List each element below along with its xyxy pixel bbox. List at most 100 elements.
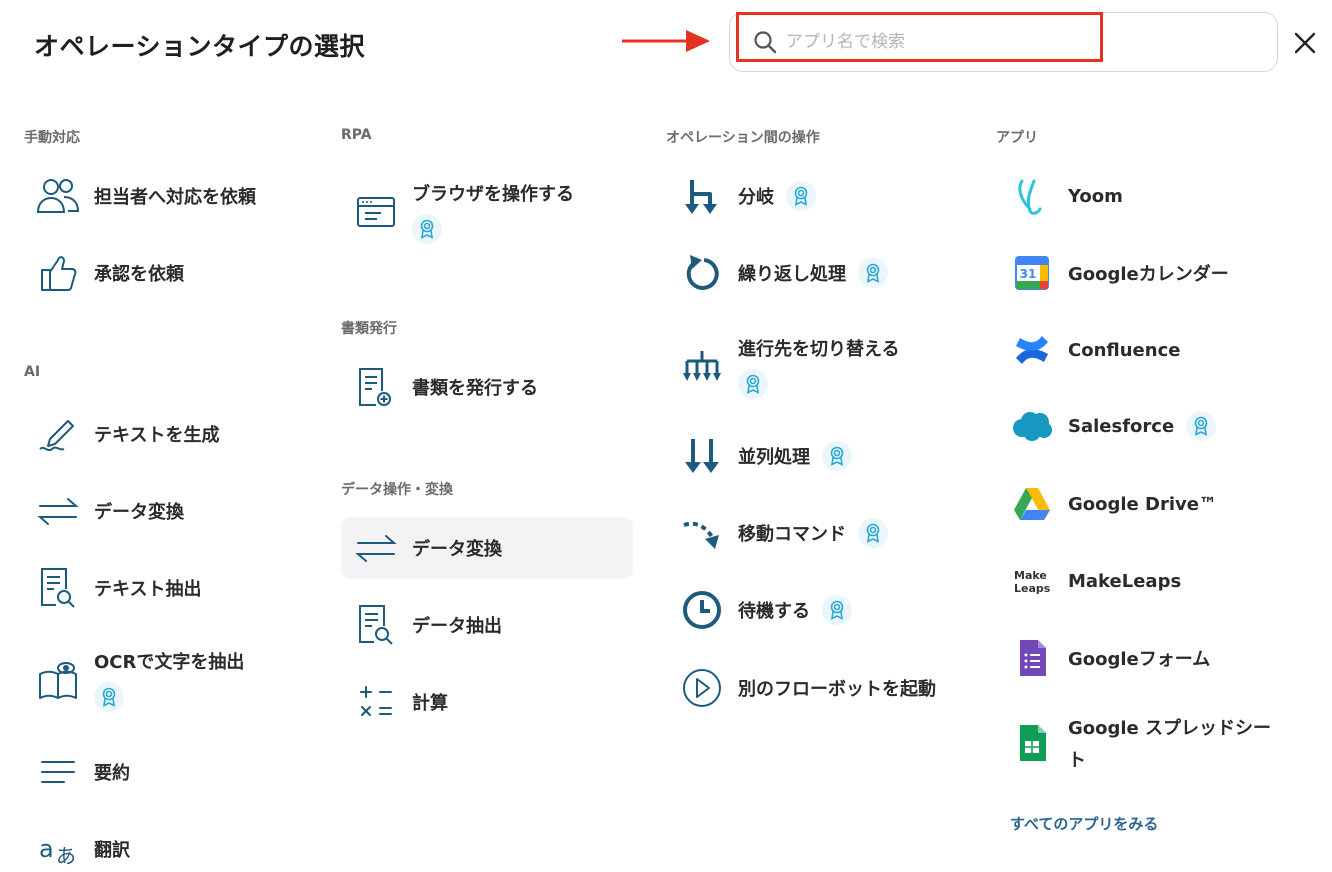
app-makeleaps[interactable]: Make Leaps MakeLeaps xyxy=(1010,550,1181,612)
premium-badge-icon xyxy=(738,369,768,399)
lines-icon xyxy=(36,750,80,794)
op-label: 担当者へ対応を依頼 xyxy=(94,187,256,208)
close-icon[interactable] xyxy=(1292,30,1318,56)
search-icon xyxy=(754,31,777,54)
op-label: 書類を発行する xyxy=(412,378,538,399)
salesforce-icon xyxy=(1010,404,1054,448)
yoom-logo-icon xyxy=(1010,174,1054,218)
premium-badge-icon xyxy=(858,518,888,548)
section-title-ops: オペレーション間の操作 xyxy=(666,130,820,146)
op-label: データ変換 xyxy=(94,502,184,523)
app-google-calendar[interactable]: 31 Googleカレンダー xyxy=(1010,242,1229,304)
arrows-exchange-icon xyxy=(36,489,80,533)
op-label: データ変換 xyxy=(412,539,502,560)
app-label: Confluence xyxy=(1068,339,1181,361)
app-label: Yoom xyxy=(1068,185,1123,207)
app-google-drive[interactable]: Google Drive™ xyxy=(1010,473,1217,535)
confluence-icon xyxy=(1010,328,1054,372)
op-label: 待機する xyxy=(738,601,810,622)
makeleaps-icon: Make Leaps xyxy=(1010,559,1054,603)
op-assign-task[interactable]: 担当者へ対応を依頼 xyxy=(36,165,256,227)
google-drive-icon xyxy=(1010,482,1054,526)
op-label: 承認を依頼 xyxy=(94,264,184,285)
op-issue-document[interactable]: 書類を発行する xyxy=(354,356,538,418)
op-data-convert[interactable]: データ変換 xyxy=(341,517,633,579)
op-label: 計算 xyxy=(412,693,448,714)
op-switch-path[interactable]: 進行先を切り替える xyxy=(680,327,899,407)
google-sheets-icon xyxy=(1010,721,1054,765)
op-generate-text[interactable]: テキストを生成 xyxy=(36,403,219,465)
op-ocr-extract[interactable]: OCRで文字を抽出 xyxy=(36,645,244,715)
see-all-apps-link[interactable]: すべてのアプリをみる xyxy=(1010,813,1158,834)
section-title-rpa: RPA xyxy=(341,127,372,143)
premium-badge-icon xyxy=(822,595,852,625)
op-label: 分岐 xyxy=(738,187,774,208)
svg-text:あ: あ xyxy=(56,844,76,867)
premium-badge-icon xyxy=(412,214,442,244)
play-icon xyxy=(680,666,724,710)
app-confluence[interactable]: Confluence xyxy=(1010,319,1180,381)
op-label: 別のフローボットを起動 xyxy=(738,679,936,700)
section-title-docs: 書類発行 xyxy=(341,321,397,337)
op-parallel[interactable]: 並列処理 xyxy=(680,425,852,487)
app-label: Salesforce xyxy=(1068,415,1175,437)
app-yoom[interactable]: Yoom xyxy=(1010,165,1123,227)
browser-icon xyxy=(354,190,398,234)
op-data-extract[interactable]: データ抽出 xyxy=(354,594,502,656)
op-wait[interactable]: 待機する xyxy=(680,579,852,641)
pen-icon xyxy=(36,412,80,456)
op-request-approval[interactable]: 承認を依頼 xyxy=(36,242,184,304)
google-calendar-icon: 31 xyxy=(1010,251,1054,295)
clock-icon xyxy=(680,588,724,632)
book-eye-icon xyxy=(36,658,80,702)
app-google-sheets[interactable]: Google スプレッドシー ト xyxy=(1010,710,1271,776)
parallel-icon xyxy=(680,434,724,478)
op-label: データ抽出 xyxy=(412,616,502,637)
op-label: ブラウザを操作する xyxy=(412,184,574,205)
op-move-command[interactable]: 移動コマンド xyxy=(680,502,888,564)
premium-badge-icon xyxy=(858,258,888,288)
move-icon xyxy=(680,511,724,555)
calculator-icon xyxy=(354,680,398,724)
op-browser[interactable]: ブラウザを操作する xyxy=(354,172,574,252)
op-launch-flowbot[interactable]: 別のフローボットを起動 xyxy=(680,657,936,719)
branch-icon xyxy=(680,174,724,218)
op-label: テキストを生成 xyxy=(94,425,220,446)
op-label: 翻訳 xyxy=(94,840,130,861)
premium-badge-icon xyxy=(1186,411,1217,441)
document-search-icon xyxy=(36,566,80,610)
op-branch[interactable]: 分岐 xyxy=(680,165,816,227)
op-label: 進行先を切り替える xyxy=(738,339,900,360)
app-google-forms[interactable]: Googleフォーム xyxy=(1010,627,1210,689)
op-label: 移動コマンド xyxy=(738,524,846,545)
thumbs-up-icon xyxy=(36,251,80,295)
translate-icon: aあ xyxy=(36,827,80,871)
document-add-icon xyxy=(354,365,398,409)
users-icon xyxy=(36,174,80,218)
op-label: 要約 xyxy=(94,763,130,784)
op-label: OCRで文字を抽出 xyxy=(94,652,245,673)
document-search-icon xyxy=(354,603,398,647)
section-title-data: データ操作・変換 xyxy=(341,482,453,498)
makeleaps-logo-text: Make xyxy=(1014,569,1047,582)
search-input[interactable] xyxy=(786,26,1086,58)
arrow-right-icon xyxy=(622,30,710,52)
section-title-manual: 手動対応 xyxy=(24,130,80,146)
op-loop[interactable]: 繰り返し処理 xyxy=(680,242,888,304)
app-salesforce[interactable]: Salesforce xyxy=(1010,395,1217,457)
section-title-apps: アプリ xyxy=(996,130,1038,146)
op-calculate[interactable]: 計算 xyxy=(354,671,448,733)
switch-icon xyxy=(680,345,724,389)
op-translate[interactable]: aあ 翻訳 xyxy=(36,818,130,872)
op-summarize[interactable]: 要約 xyxy=(36,741,130,803)
premium-badge-icon xyxy=(822,441,852,471)
op-text-extract[interactable]: テキスト抽出 xyxy=(36,557,201,619)
svg-text:a: a xyxy=(39,835,54,863)
makeleaps-logo-text: Leaps xyxy=(1014,582,1051,595)
op-label: 並列処理 xyxy=(738,447,810,468)
op-ai-data-convert[interactable]: データ変換 xyxy=(36,480,184,542)
premium-badge-icon xyxy=(786,181,816,211)
app-label-line1: Google スプレッドシー xyxy=(1068,718,1272,739)
calendar-day-text: 31 xyxy=(1020,267,1037,281)
op-label: 繰り返し処理 xyxy=(738,264,846,285)
